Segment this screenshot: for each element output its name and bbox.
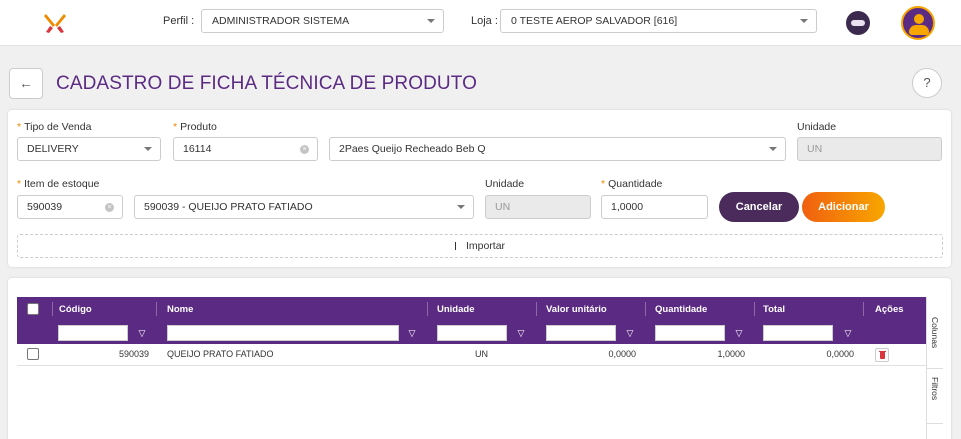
cancel-button[interactable]: Cancelar	[719, 192, 799, 222]
profile-label: Perfil :	[163, 15, 195, 27]
filter-unidade-input[interactable]	[437, 325, 507, 341]
clear-icon[interactable]: ×	[300, 145, 309, 154]
cell-quantidade: 1,0000	[717, 349, 745, 359]
row-checkbox[interactable]	[27, 348, 39, 360]
user-avatar-icon[interactable]	[901, 6, 935, 40]
column-separator	[52, 302, 53, 316]
chevron-down-icon	[144, 147, 152, 151]
column-acoes: Ações	[875, 304, 904, 315]
filter-nome-input[interactable]	[167, 325, 399, 341]
unidade2-label: Unidade	[485, 178, 525, 190]
column-nome[interactable]: Nome	[167, 304, 193, 315]
column-quantidade[interactable]: Quantidade	[655, 304, 707, 315]
chevron-down-icon	[800, 19, 808, 23]
column-unidade[interactable]: Unidade	[437, 304, 474, 315]
column-separator	[427, 302, 428, 316]
page-title: CADASTRO DE FICHA TÉCNICA DE PRODUTO	[56, 73, 477, 94]
add-button[interactable]: Adicionar	[802, 192, 885, 222]
import-icon	[454, 242, 456, 251]
clear-icon[interactable]: ×	[105, 203, 114, 212]
select-all-checkbox[interactable]	[27, 303, 39, 315]
import-button[interactable]: Importar	[17, 234, 943, 258]
store-value: 0 TESTE AEROP SALVADOR [616]	[511, 15, 678, 27]
filter-total-input[interactable]	[763, 325, 833, 341]
chevron-down-icon	[427, 19, 435, 23]
filter-codigo-input[interactable]	[58, 325, 128, 341]
filter-icon[interactable]: ▽	[515, 327, 527, 339]
quantidade-label: * Quantidade	[601, 178, 663, 190]
cell-nome: QUEIJO PRATO FATIADO	[167, 349, 274, 359]
unidade2-field: UN	[485, 195, 591, 219]
filter-icon[interactable]: ▽	[733, 327, 745, 339]
item-name-select[interactable]: 590039 - QUEIJO PRATO FATIADO	[134, 195, 474, 219]
column-separator	[156, 302, 157, 316]
help-button[interactable]: ?	[912, 68, 942, 98]
back-button[interactable]: ←	[9, 68, 43, 99]
item-code-input[interactable]: 590039 ×	[17, 195, 123, 219]
profile-select[interactable]: ADMINISTRADOR SISTEMA	[201, 9, 444, 33]
column-separator	[645, 302, 646, 316]
cell-total: 0,0000	[826, 349, 854, 359]
column-valor-unitario[interactable]: Valor unitário	[546, 304, 607, 315]
column-separator	[863, 302, 864, 316]
filter-icon[interactable]: ▽	[136, 327, 148, 339]
quantidade-input[interactable]: 1,0000	[601, 195, 708, 219]
store-select[interactable]: 0 TESTE AEROP SALVADOR [616]	[500, 9, 817, 33]
produto-name-select[interactable]: 2Paes Queijo Recheado Beb Q	[329, 137, 786, 161]
tipo-venda-select[interactable]: DELIVERY	[17, 137, 161, 161]
table-row[interactable]: 590039 QUEIJO PRATO FATIADO UN 0,0000 1,…	[17, 344, 926, 366]
filter-icon[interactable]: ▽	[406, 327, 418, 339]
cell-valor: 0,0000	[608, 349, 636, 359]
robot-assistant-icon[interactable]	[846, 11, 870, 35]
food-utensils-logo[interactable]	[42, 12, 68, 34]
unidade-field: UN	[797, 137, 942, 161]
profile-value: ADMINISTRADOR SISTEMA	[212, 15, 350, 27]
grid-header: Código Nome Unidade Valor unitário Quant…	[17, 297, 926, 344]
delete-icon[interactable]	[875, 348, 889, 362]
produto-code-input[interactable]: 16114 ×	[173, 137, 318, 161]
column-codigo[interactable]: Código	[59, 304, 92, 315]
column-separator	[536, 302, 537, 316]
chevron-down-icon	[457, 205, 465, 209]
column-separator	[754, 302, 755, 316]
columns-tab-label: Colunas	[930, 317, 940, 349]
columns-tab[interactable]: Colunas	[927, 297, 943, 369]
store-label: Loja :	[471, 15, 498, 27]
filter-valor-input[interactable]	[546, 325, 616, 341]
produto-label: * Produto	[173, 121, 217, 133]
unidade-label: Unidade	[797, 121, 837, 133]
cell-unidade: UN	[475, 349, 488, 359]
filter-icon[interactable]: ▽	[842, 327, 854, 339]
cell-codigo: 590039	[118, 349, 149, 359]
column-total[interactable]: Total	[763, 304, 785, 315]
filters-tab[interactable]: Filtros	[927, 369, 943, 424]
filter-icon[interactable]: ▽	[624, 327, 636, 339]
chevron-down-icon	[769, 147, 777, 151]
side-panel: Colunas Filtros	[926, 297, 943, 439]
filter-quantidade-input[interactable]	[655, 325, 725, 341]
filters-tab-label: Filtros	[930, 377, 940, 401]
tipo-venda-label: * Tipo de Venda	[17, 121, 92, 133]
top-bar: Perfil : ADMINISTRADOR SISTEMA Loja : 0 …	[0, 0, 961, 46]
item-estoque-label: * Item de estoque	[17, 178, 100, 190]
